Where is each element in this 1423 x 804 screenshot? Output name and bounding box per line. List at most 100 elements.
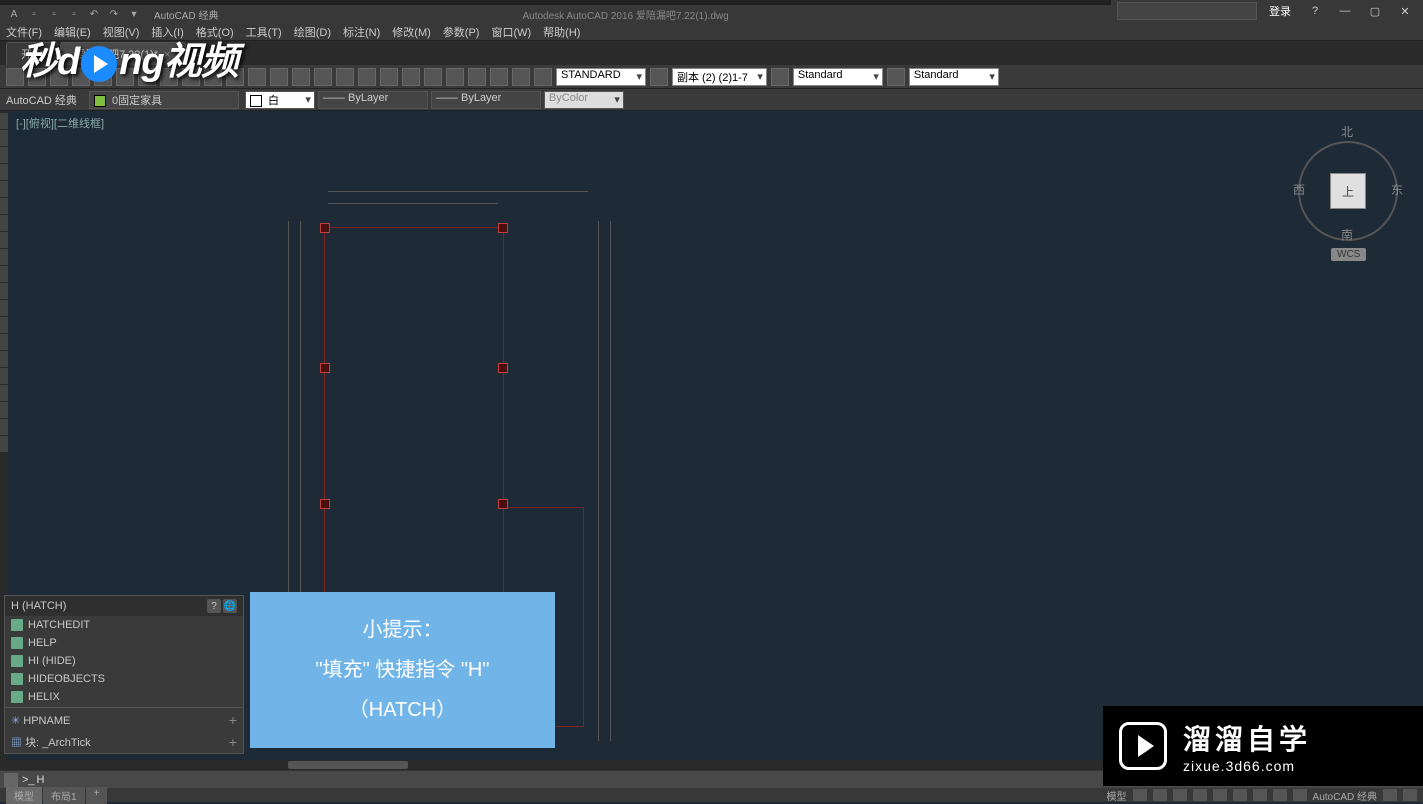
menu-parametric[interactable]: 参数(P) <box>443 24 480 40</box>
close-icon[interactable]: ✕ <box>1393 3 1417 19</box>
palette-tool[interactable] <box>0 164 8 180</box>
autocomplete-item[interactable]: HELIX <box>5 688 243 706</box>
autocomplete-item[interactable]: HIDEOBJECTS <box>5 670 243 688</box>
tool-icon[interactable] <box>887 68 905 86</box>
osnap-toggle-icon[interactable] <box>1213 789 1227 801</box>
help-icon[interactable]: ? <box>1303 3 1327 19</box>
app-menu-icon[interactable]: A <box>6 6 22 22</box>
polar-toggle-icon[interactable] <box>1193 789 1207 801</box>
tool-icon[interactable] <box>270 68 288 86</box>
viewcube-south[interactable]: 南 <box>1341 226 1353 243</box>
autocomplete-item[interactable]: HELP <box>5 634 243 652</box>
login-button[interactable]: 登录 <box>1263 3 1297 19</box>
viewport-label[interactable]: [-][俯视][二维线框] <box>16 115 104 131</box>
tool-icon[interactable] <box>248 68 266 86</box>
tool-icon[interactable] <box>336 68 354 86</box>
tool-icon[interactable] <box>771 68 789 86</box>
minimize-icon[interactable]: — <box>1333 3 1357 19</box>
save-icon[interactable]: ▫ <box>66 6 82 22</box>
layout-tab[interactable]: 布局1 <box>43 787 85 804</box>
search-help-box[interactable] <box>1117 2 1257 20</box>
viewcube[interactable]: 上 北 南 东 西 WCS <box>1293 121 1403 261</box>
menu-dimension[interactable]: 标注(N) <box>343 24 380 40</box>
tool-icon[interactable] <box>490 68 508 86</box>
palette-tool[interactable] <box>0 351 8 367</box>
menu-window[interactable]: 窗口(W) <box>491 24 531 40</box>
autocomplete-item[interactable]: HATCHEDIT <box>5 616 243 634</box>
add-layout-tab[interactable]: + <box>86 787 108 804</box>
workspace-dropdown-icon[interactable]: ▾ <box>126 6 142 22</box>
viewcube-west[interactable]: 西 <box>1293 181 1305 198</box>
tool-icon[interactable] <box>534 68 552 86</box>
expand-icon[interactable]: + <box>229 734 237 750</box>
expand-icon[interactable]: + <box>229 712 237 728</box>
palette-tool[interactable] <box>0 147 8 163</box>
status-model-label[interactable]: 模型 <box>1107 788 1127 803</box>
layer-dropdown[interactable]: 0固定家具 <box>89 91 239 109</box>
tool-icon[interactable] <box>402 68 420 86</box>
menu-tools[interactable]: 工具(T) <box>246 24 282 40</box>
autocomplete-block[interactable]: ▦ 块: _ArchTick+ <box>5 731 243 753</box>
annotation-icon[interactable] <box>1273 789 1287 801</box>
tool-icon[interactable] <box>314 68 332 86</box>
help-icon[interactable]: ? <box>207 599 221 613</box>
viewcube-north[interactable]: 北 <box>1341 123 1353 140</box>
tool-icon[interactable] <box>292 68 310 86</box>
tool-icon[interactable] <box>468 68 486 86</box>
linetype-dropdown[interactable]: —— ByLayer <box>318 91 428 109</box>
dim-style-dropdown[interactable]: 副本 (2) (2)1-7 <box>672 68 767 86</box>
tool-icon[interactable] <box>358 68 376 86</box>
text-style-dropdown[interactable]: STANDARD <box>556 68 646 86</box>
new-icon[interactable]: ▫ <box>26 6 42 22</box>
palette-tool[interactable] <box>0 249 8 265</box>
palette-tool[interactable] <box>0 436 8 452</box>
ortho-toggle-icon[interactable] <box>1173 789 1187 801</box>
lineweight-dropdown[interactable]: —— ByLayer <box>431 91 541 109</box>
palette-tool[interactable] <box>0 283 8 299</box>
plotstyle-dropdown[interactable]: ByColor <box>544 91 624 109</box>
mleader-style-dropdown[interactable]: Standard <box>909 68 999 86</box>
palette-tool[interactable] <box>0 402 8 418</box>
tool-icon[interactable] <box>446 68 464 86</box>
scrollbar-thumb[interactable] <box>288 761 408 769</box>
lineweight-toggle-icon[interactable] <box>1253 789 1267 801</box>
color-dropdown[interactable]: 白 <box>245 91 315 109</box>
snap-toggle-icon[interactable] <box>1153 789 1167 801</box>
palette-tool[interactable] <box>0 368 8 384</box>
autocomplete-item[interactable]: HI (HIDE) <box>5 652 243 670</box>
menu-modify[interactable]: 修改(M) <box>392 24 431 40</box>
palette-tool[interactable] <box>0 385 8 401</box>
gear-icon[interactable] <box>1383 789 1397 801</box>
internet-icon[interactable]: 🌐 <box>223 599 237 613</box>
palette-tool[interactable] <box>0 317 8 333</box>
command-icon[interactable] <box>4 773 18 787</box>
menu-draw[interactable]: 绘图(D) <box>294 24 331 40</box>
palette-tool[interactable] <box>0 130 8 146</box>
redo-icon[interactable]: ↷ <box>106 6 122 22</box>
undo-icon[interactable]: ↶ <box>86 6 102 22</box>
maximize-icon[interactable]: ▢ <box>1363 3 1387 19</box>
table-style-dropdown[interactable]: Standard <box>793 68 883 86</box>
open-icon[interactable]: ▫ <box>46 6 62 22</box>
palette-tool[interactable] <box>0 113 8 129</box>
autocomplete-sysvar[interactable]: ✳ HPNAME+ <box>5 709 243 731</box>
palette-tool[interactable] <box>0 232 8 248</box>
palette-tool[interactable] <box>0 215 8 231</box>
tool-icon[interactable] <box>650 68 668 86</box>
workspace-status[interactable]: AutoCAD 经典 <box>1313 788 1377 803</box>
palette-tool[interactable] <box>0 198 8 214</box>
palette-tool[interactable] <box>0 419 8 435</box>
menu-help[interactable]: 帮助(H) <box>543 24 580 40</box>
viewcube-east[interactable]: 东 <box>1391 181 1403 198</box>
otrack-toggle-icon[interactable] <box>1233 789 1247 801</box>
grid-toggle-icon[interactable] <box>1133 789 1147 801</box>
clean-screen-icon[interactable] <box>1403 789 1417 801</box>
palette-tool[interactable] <box>0 266 8 282</box>
model-tab[interactable]: 模型 <box>6 787 42 804</box>
viewcube-wcs-button[interactable]: WCS <box>1331 248 1366 261</box>
annotation-scale-icon[interactable] <box>1293 789 1307 801</box>
palette-tool[interactable] <box>0 334 8 350</box>
viewcube-face-top[interactable]: 上 <box>1330 173 1366 209</box>
palette-tool[interactable] <box>0 181 8 197</box>
tool-icon[interactable] <box>512 68 530 86</box>
